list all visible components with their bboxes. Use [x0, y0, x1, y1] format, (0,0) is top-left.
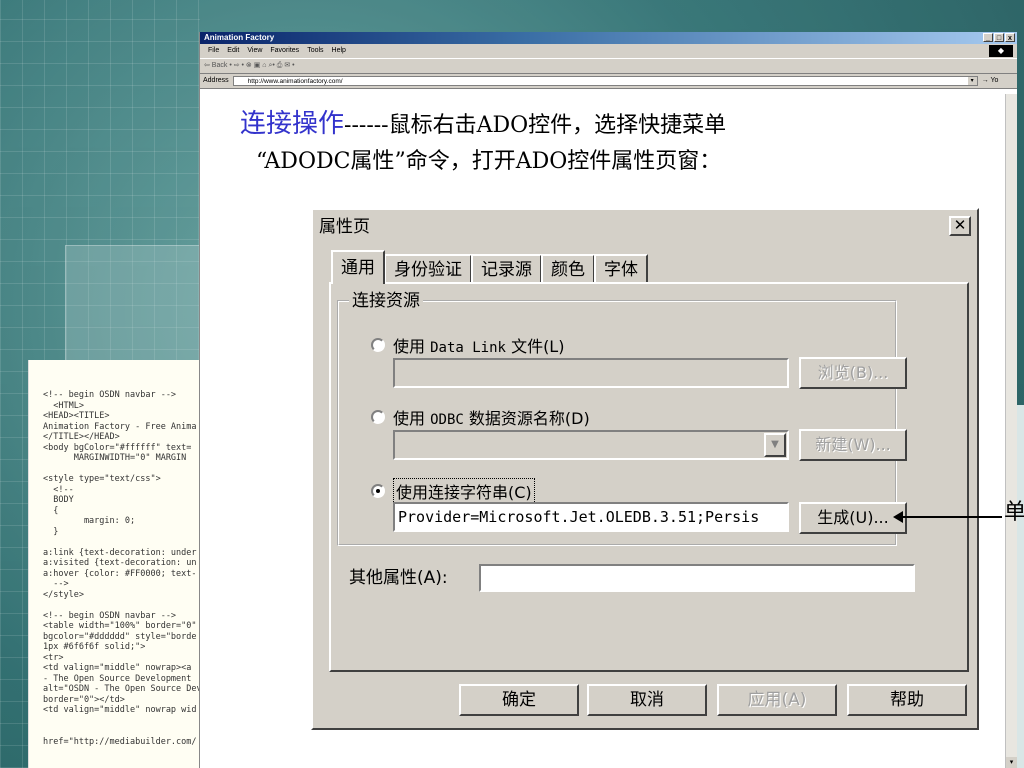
radio-datalink-mono: Data Link: [430, 340, 506, 356]
connection-string-value: Provider=Microsoft.Jet.OLEDB.3.51;Persis: [398, 508, 760, 526]
connection-source-label: 连接资源: [349, 291, 423, 311]
window-controls: _ □ x: [983, 33, 1015, 42]
radio-datalink-suffix: 文件(L): [511, 337, 565, 356]
tab-general[interactable]: 通用: [331, 250, 385, 284]
address-bar: Address http://www.animationfactory.com/…: [200, 74, 1017, 89]
address-value: http://www.animationfactory.com/: [247, 78, 343, 85]
radio-connstring[interactable]: [371, 484, 385, 498]
address-input[interactable]: http://www.animationfactory.com/ ▾: [232, 76, 978, 86]
ok-button[interactable]: 确定: [459, 684, 579, 716]
radio-odbc-suffix: 数据资源名称(D): [468, 409, 590, 428]
browser-toolbar[interactable]: ⇦ Back • ⇨ • ⊗ ▣ ⌂ ⌕• ⎙ ✉ •: [200, 58, 1017, 74]
radio-connstring-label: 使用连接字符串(C): [393, 478, 535, 504]
heading-line-1: 连接操作------鼠标右击ADO控件，选择快捷菜单: [240, 106, 940, 144]
dialog-tabs: 通用 身份验证 记录源 颜色 字体: [331, 250, 648, 284]
dialog-close-button[interactable]: ✕: [949, 216, 971, 236]
heading-highlight: 连接操作: [240, 109, 345, 139]
heading-rest: ------鼠标右击ADO控件，选择快捷菜单: [344, 113, 727, 138]
slide-heading: 连接操作------鼠标右击ADO控件，选择快捷菜单 “ADODC属性”命令，打…: [240, 106, 940, 180]
menu-file[interactable]: File: [208, 44, 219, 58]
radio-datalink-row[interactable]: 使用 Data Link 文件(L): [371, 333, 564, 357]
html-code-panel: <!-- begin OSDN navbar --> <HTML> <HEAD>…: [28, 360, 200, 768]
browse-button[interactable]: 浏览(B)...: [799, 357, 907, 389]
build-button[interactable]: 生成(U)...: [799, 502, 907, 534]
callout-text: 单: [1004, 500, 1024, 525]
menu-tools[interactable]: Tools: [307, 44, 323, 58]
scroll-down-arrow-icon[interactable]: ▾: [1006, 757, 1017, 768]
radio-odbc[interactable]: [371, 410, 385, 424]
dialog-title: 属性页: [319, 217, 370, 237]
radio-datalink[interactable]: [371, 338, 385, 352]
other-properties-field[interactable]: [479, 564, 915, 592]
maximize-button[interactable]: □: [994, 33, 1004, 42]
close-window-button[interactable]: x: [1005, 33, 1015, 42]
new-dsn-button[interactable]: 新建(W)...: [799, 429, 907, 461]
heading-line-2: “ADODC属性”命令，打开ADO控件属性页窗：: [256, 149, 722, 174]
radio-connstring-row[interactable]: 使用连接字符串(C): [371, 478, 535, 504]
callout-line: [900, 516, 1002, 518]
tab-record-source[interactable]: 记录源: [471, 254, 542, 284]
menu-favorites[interactable]: Favorites: [270, 44, 299, 58]
tab-color[interactable]: 颜色: [541, 254, 595, 284]
browser-logo-icon: ◆: [989, 45, 1013, 57]
menu-help[interactable]: Help: [332, 44, 346, 58]
connection-string-field[interactable]: Provider=Microsoft.Jet.OLEDB.3.51;Persis: [393, 502, 789, 532]
browser-titlebar: Animation Factory _ □ x: [200, 32, 1017, 44]
minimize-button[interactable]: _: [983, 33, 993, 42]
apply-button[interactable]: 应用(A): [717, 684, 837, 716]
go-button[interactable]: → Yo: [982, 74, 999, 88]
browser-menubar: File Edit View Favorites Tools Help ◆: [200, 44, 1017, 58]
radio-datalink-prefix: 使用: [393, 337, 426, 356]
radio-datalink-label: 使用 Data Link 文件(L): [393, 333, 564, 357]
datalink-file-field[interactable]: [393, 358, 789, 388]
cancel-button[interactable]: 取消: [587, 684, 707, 716]
other-properties-label: 其他属性(A):: [349, 568, 448, 588]
html-code-text: <!-- begin OSDN navbar --> <HTML> <HEAD>…: [43, 390, 200, 747]
chevron-down-icon[interactable]: ▼: [764, 433, 786, 457]
property-page-dialog: 属性页 ✕ 通用 身份验证 记录源 颜色 字体 连接资源 使用 Data Lin…: [311, 208, 979, 730]
menu-view[interactable]: View: [247, 44, 262, 58]
help-button[interactable]: 帮助: [847, 684, 967, 716]
vertical-scrollbar[interactable]: ▾: [1005, 94, 1017, 768]
radio-odbc-row[interactable]: 使用 ODBC 数据资源名称(D): [371, 405, 590, 429]
browser-title: Animation Factory: [204, 33, 275, 42]
radio-odbc-label: 使用 ODBC 数据资源名称(D): [393, 405, 590, 429]
radio-odbc-mono: ODBC: [430, 412, 464, 428]
address-label: Address: [203, 77, 229, 84]
menu-edit[interactable]: Edit: [227, 44, 239, 58]
address-dropdown-icon[interactable]: ▾: [967, 77, 977, 85]
radio-odbc-prefix: 使用: [393, 409, 426, 428]
odbc-dsn-dropdown[interactable]: ▼: [393, 430, 789, 460]
tab-authentication[interactable]: 身份验证: [384, 254, 472, 284]
tab-font[interactable]: 字体: [594, 254, 648, 284]
